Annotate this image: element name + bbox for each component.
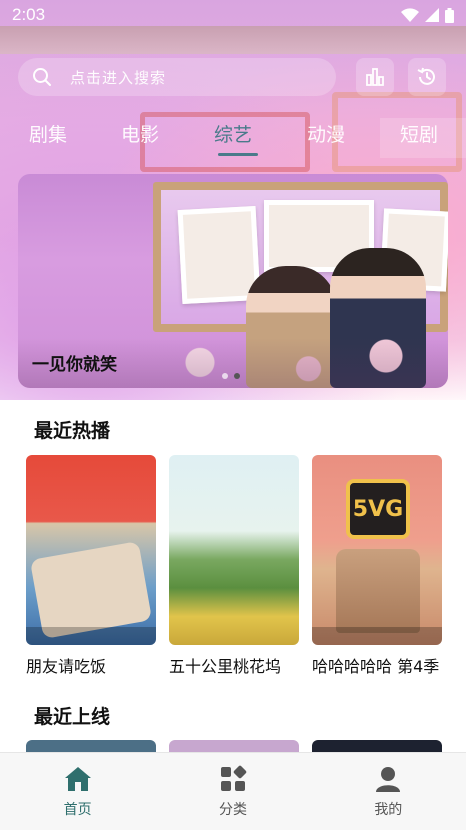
show-name: 五十公里桃花坞 (169, 657, 282, 676)
nav-profile[interactable]: 我的 (338, 765, 438, 819)
pagination-dot-active (234, 373, 240, 379)
search-placeholder: 点击进入搜索 (70, 68, 167, 87)
signal-icon (425, 8, 439, 22)
status-bar: 2:03 (0, 0, 466, 30)
wifi-icon (401, 8, 419, 22)
status-icons (401, 7, 454, 23)
poster-logo: 5VG (346, 479, 410, 539)
history-button[interactable] (408, 58, 446, 96)
show-card[interactable]: 5VG 哈哈哈哈哈 第4季 (312, 455, 442, 677)
status-time: 2:03 (12, 5, 46, 24)
show-name: 朋友请吃饭 (26, 657, 107, 676)
show-poster: 5VG (312, 455, 442, 645)
tab-drama[interactable]: 剧集 (18, 120, 78, 147)
battery-icon (445, 7, 454, 23)
banner-artwork (177, 206, 261, 304)
tab-short-drama[interactable]: 短剧 (389, 120, 449, 147)
search-icon (33, 68, 51, 86)
banner-title: 一见你就笑 (32, 355, 117, 375)
history-icon (417, 67, 435, 85)
ranking-button[interactable] (356, 58, 394, 96)
show-name: 哈哈哈哈哈 第4季 (312, 657, 440, 676)
nav-label: 分类 (218, 801, 247, 818)
bottom-navigation: 首页 分类 我的 (0, 752, 466, 830)
nav-label: 我的 (374, 801, 403, 818)
nav-label: 首页 (63, 801, 92, 818)
wood-shelf-decoration (0, 26, 466, 54)
tab-active-indicator (218, 153, 258, 156)
category-icon (220, 765, 247, 791)
nav-home[interactable]: 首页 (28, 765, 128, 819)
poster-artwork (26, 627, 156, 645)
category-tabs: 剧集 电影 综艺 动漫 短剧 (0, 120, 466, 160)
nav-category[interactable]: 分类 (183, 765, 283, 819)
search-input[interactable]: 点击进入搜索 (18, 58, 336, 96)
show-poster (26, 455, 156, 645)
home-icon (64, 766, 91, 791)
poster-artwork (312, 627, 442, 645)
show-card[interactable]: 朋友请吃饭 (26, 455, 156, 677)
search-row: 点击进入搜索 (18, 58, 448, 96)
section-title-recent-online: 最近上线 (34, 706, 111, 728)
tab-variety[interactable]: 综艺 (203, 120, 263, 147)
featured-banner[interactable]: 一见你就笑 (18, 174, 448, 388)
tab-anime[interactable]: 动漫 (296, 120, 356, 147)
banner-pagination (222, 373, 240, 379)
bar-chart-icon (366, 68, 384, 86)
tab-movie[interactable]: 电影 (110, 120, 170, 147)
recent-hot-list: 朋友请吃饭 五十公里桃花坞 5VG 哈哈哈哈哈 第4季 (26, 455, 442, 677)
section-title-recent-hot: 最近热播 (34, 420, 111, 442)
user-icon (376, 766, 401, 792)
show-poster (169, 455, 299, 645)
poster-artwork (29, 541, 153, 639)
show-card[interactable]: 五十公里桃花坞 (169, 455, 299, 677)
pagination-dot (222, 373, 228, 379)
poster-artwork (336, 549, 420, 633)
